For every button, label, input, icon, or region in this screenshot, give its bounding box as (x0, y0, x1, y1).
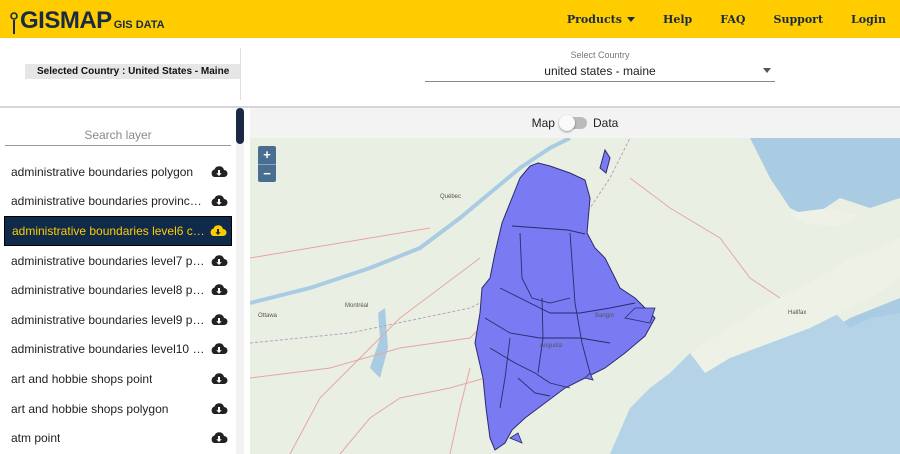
cloud-download-icon[interactable] (209, 224, 227, 238)
nav-support-label: Support (773, 12, 824, 26)
layer-item-label: atm point (11, 431, 61, 446)
cloud-download-icon[interactable] (210, 194, 228, 208)
nav-login-label: Login (851, 12, 886, 26)
logo-text: GISMAP (20, 7, 112, 34)
zoom-in-button[interactable]: + (258, 146, 276, 164)
layer-item[interactable]: administrative boundaries level6 county … (4, 216, 232, 246)
toggle-data-label: Data (592, 116, 619, 130)
layer-item[interactable]: administrative boundaries level8 polygon (4, 275, 232, 305)
layer-item-label: administrative boundaries level6 county … (12, 223, 208, 238)
sidebar-scrollbar-thumb[interactable] (236, 108, 244, 144)
map-view[interactable]: Québec Ottawa Montréal Augusta Bangor Ha… (250, 138, 900, 454)
select-country-label: Select Country (570, 50, 630, 60)
map-label-ottawa: Ottawa (258, 313, 278, 319)
layer-item[interactable]: art and hobbie shops polygon (4, 394, 232, 424)
nav-help[interactable]: Help (649, 13, 706, 26)
map-label-augusta: Augusta (540, 343, 563, 349)
nav-help-label: Help (662, 12, 693, 26)
layer-item-label: administrative boundaries level9 polygon (11, 312, 207, 327)
layer-list: administrative boundaries polygon adminis… (4, 157, 232, 453)
map-label-montreal: Montréal (345, 303, 369, 309)
layer-sidebar: administrative boundaries polygon adminis… (0, 108, 248, 454)
cloud-download-icon[interactable] (210, 372, 228, 386)
nav-faq[interactable]: FAQ (706, 13, 759, 26)
nav-faq-label: FAQ (720, 12, 746, 26)
layer-item[interactable]: administrative boundaries province polyg… (4, 187, 232, 217)
search-layer-input[interactable] (5, 124, 231, 146)
layer-item-label: administrative boundaries level8 polygon (11, 283, 207, 298)
cloud-download-icon[interactable] (210, 283, 228, 297)
map-canvas[interactable] (250, 138, 900, 454)
nav-products[interactable]: Products (553, 13, 649, 26)
cloud-download-icon[interactable] (210, 402, 228, 416)
map-label-bangor: Bangor (595, 313, 615, 319)
map-label-quebec: Québec (440, 194, 462, 200)
layer-item[interactable]: atm point (4, 423, 232, 453)
layer-item-label: administrative boundaries level7 polygon (11, 253, 207, 268)
toggle-map-label: Map (531, 116, 555, 130)
nav-products-label: Products (566, 12, 622, 26)
map-data-toggle[interactable] (558, 115, 587, 131)
dropdown-arrow-icon (763, 68, 771, 73)
layer-item[interactable]: administrative boundaries level10 polygo… (4, 335, 232, 365)
selected-country-badge: Selected Country : United States - Maine (25, 64, 242, 79)
layer-item[interactable]: art and hobbie shops point (4, 364, 232, 394)
cloud-download-icon[interactable] (210, 431, 228, 445)
top-navbar: GISMAP GIS DATA Products Help FAQ Suppor… (0, 0, 900, 38)
layer-item-label: administrative boundaries province polyg… (11, 194, 207, 209)
map-data-toggle-bar: Map Data (250, 108, 900, 138)
sidebar-scrollbar[interactable] (236, 108, 244, 454)
cloud-download-icon[interactable] (210, 342, 228, 356)
layer-item[interactable]: administrative boundaries polygon (4, 157, 232, 187)
cloud-download-icon[interactable] (210, 313, 228, 327)
country-select-value: united states - maine (544, 63, 656, 78)
main-nav: Products Help FAQ Support Login (553, 0, 900, 38)
logo-subtext: GIS DATA (113, 19, 165, 31)
nav-support[interactable]: Support (760, 13, 838, 26)
caret-down-icon (626, 16, 635, 22)
layer-item-label: administrative boundaries level10 polygo… (11, 342, 207, 357)
layer-item[interactable]: administrative boundaries level9 polygon (4, 305, 232, 335)
zoom-control: + − (258, 146, 276, 182)
divider (240, 48, 241, 100)
nav-login[interactable]: Login (837, 13, 900, 26)
layer-item-label: art and hobbie shops polygon (11, 401, 169, 416)
gismap-logo[interactable]: GISMAP GIS DATA (10, 6, 165, 34)
map-label-halifax: Halifax (788, 310, 807, 316)
country-select[interactable]: united states - maine (425, 60, 775, 82)
zoom-out-button[interactable]: − (258, 164, 276, 182)
cloud-download-icon[interactable] (210, 254, 228, 268)
toggle-knob[interactable] (558, 115, 575, 131)
layer-item-label: art and hobbie shops point (11, 371, 153, 386)
layer-item[interactable]: administrative boundaries level7 polygon (4, 246, 232, 276)
layer-item-label: administrative boundaries polygon (11, 164, 194, 179)
map-pin-icon (10, 12, 18, 34)
cloud-download-icon[interactable] (210, 165, 228, 179)
